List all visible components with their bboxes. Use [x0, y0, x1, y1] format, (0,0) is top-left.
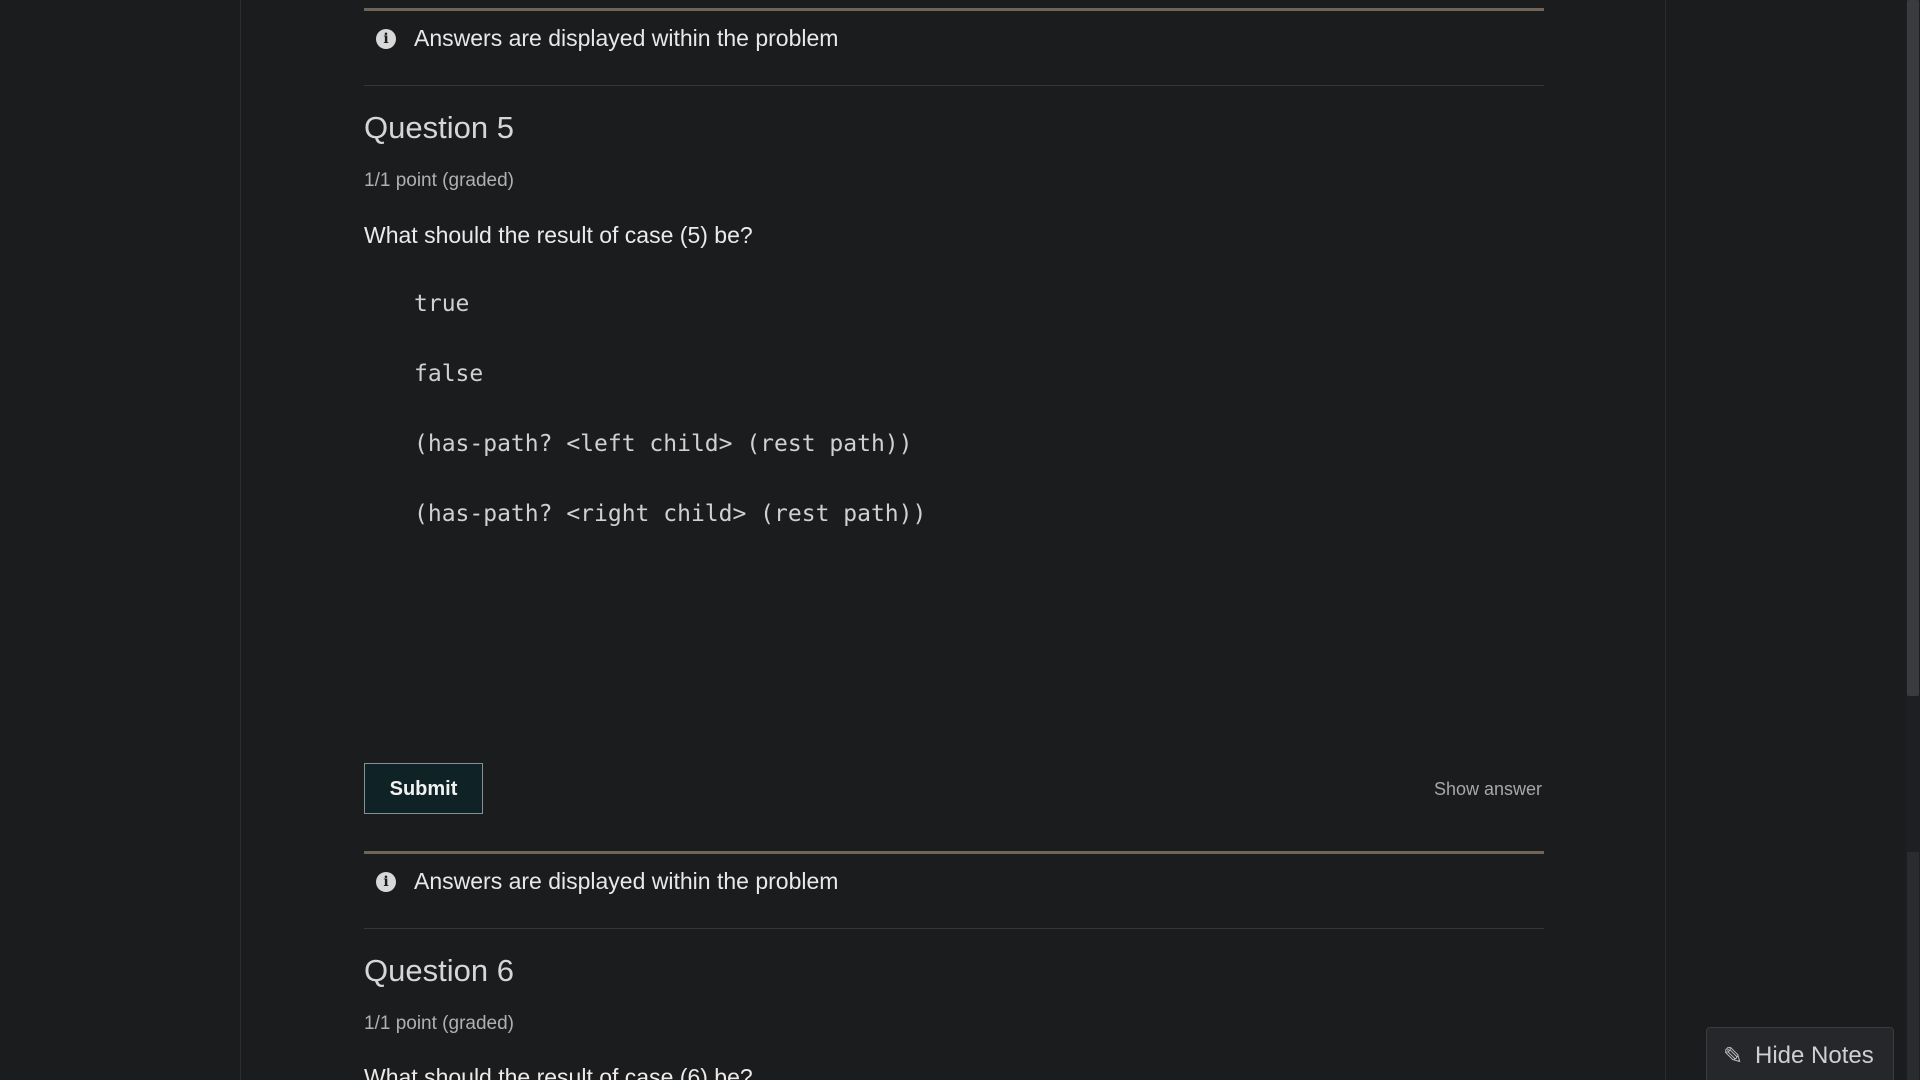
notice-text: Answers are displayed within the problem	[414, 25, 839, 51]
hide-notes-label: Hide Notes	[1755, 1042, 1874, 1069]
question-6-prompt: What should the result of case (6) be?	[364, 1064, 753, 1080]
content-column: i Answers are displayed within the probl…	[240, 0, 1666, 1080]
pencil-icon: ✎	[1723, 1043, 1744, 1070]
option-false[interactable]: false	[414, 361, 483, 387]
info-icon: i	[376, 872, 396, 892]
page: i Answers are displayed within the probl…	[0, 0, 1920, 1080]
answers-notice-top: i Answers are displayed within the probl…	[364, 8, 1544, 86]
problem-container: i Answers are displayed within the probl…	[364, 0, 1544, 1080]
notice-text: Answers are displayed within the problem	[414, 868, 839, 894]
scrollbar[interactable]	[1906, 0, 1920, 1080]
question-5-prompt: What should the result of case (5) be?	[364, 222, 753, 248]
option-left-child[interactable]: (has-path? <left child> (rest path))	[414, 431, 913, 457]
submit-button[interactable]: Submit	[364, 763, 483, 814]
option-true[interactable]: true	[414, 291, 469, 317]
answers-notice-bottom: i Answers are displayed within the probl…	[364, 851, 1544, 929]
question-5-title: Question 5	[364, 110, 514, 145]
question-6-title: Question 6	[364, 953, 514, 988]
scrollbar-track-lower	[1907, 852, 1919, 1080]
question-6-points: 1/1 point (graded)	[364, 1013, 514, 1034]
show-answer-link[interactable]: Show answer	[1434, 779, 1542, 800]
scrollbar-thumb[interactable]	[1907, 0, 1919, 696]
question-5-points: 1/1 point (graded)	[364, 170, 514, 191]
option-right-child[interactable]: (has-path? <right child> (rest path))	[414, 501, 926, 527]
hide-notes-button[interactable]: ✎ Hide Notes	[1706, 1027, 1894, 1080]
info-icon: i	[376, 29, 396, 49]
